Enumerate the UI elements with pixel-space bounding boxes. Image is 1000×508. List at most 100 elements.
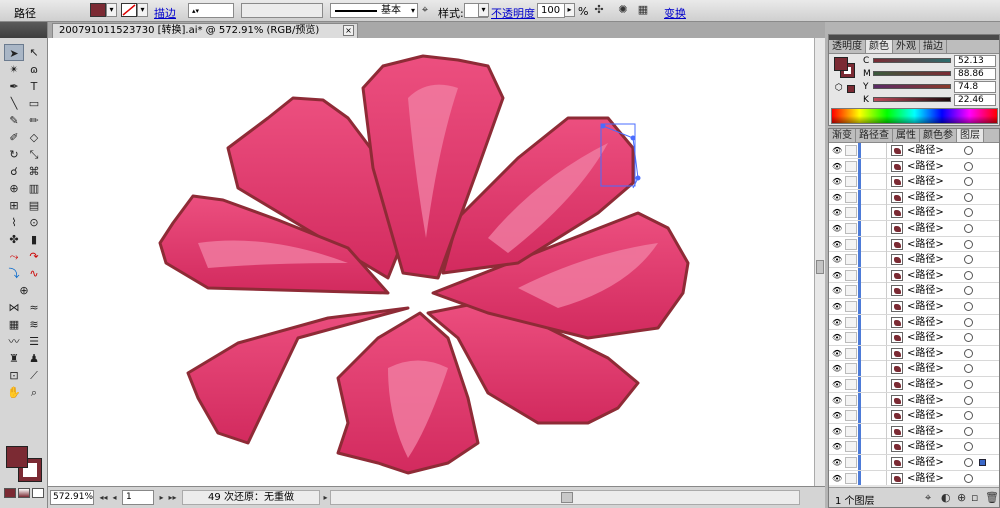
live-paint-select-tool-icon[interactable]: ♟	[24, 350, 44, 367]
color-mode-icon[interactable]	[4, 488, 16, 498]
layer-row[interactable]: 👁 <路径>	[829, 299, 999, 315]
selection-indicator[interactable]	[979, 459, 986, 466]
blend-tool-icon[interactable]: ⊙	[24, 214, 44, 231]
layer-row[interactable]: 👁 <路径>	[829, 423, 999, 440]
wave-tool-icon[interactable]: ≈	[24, 299, 44, 316]
column-graph-tool-icon[interactable]: ▮	[24, 231, 44, 248]
target-icon[interactable]	[964, 317, 973, 327]
eye-icon[interactable]: 👁	[832, 318, 842, 327]
variable-width-field[interactable]	[241, 3, 323, 18]
layer-row[interactable]: 👁 <路径>	[829, 189, 999, 206]
next-page-icon[interactable]: ▸	[156, 490, 167, 505]
layer-name[interactable]: <路径>	[907, 143, 944, 158]
layer-name[interactable]: <路径>	[907, 205, 944, 220]
eye-icon[interactable]: 👁	[832, 458, 842, 467]
yellow-slider[interactable]	[873, 84, 951, 89]
target-icon[interactable]	[964, 458, 973, 467]
layer-name[interactable]: <路径>	[907, 424, 944, 439]
flower-artwork[interactable]	[48, 38, 814, 486]
layer-name[interactable]: <路径>	[907, 393, 944, 408]
target-icon[interactable]	[964, 364, 973, 374]
document-tab[interactable]: 200791011523730 [转换].ai* @ 572.91% (RGB/…	[52, 23, 358, 38]
last-page-icon[interactable]: ▸▸	[167, 490, 178, 505]
eye-icon[interactable]: 👁	[832, 333, 842, 342]
eye-icon[interactable]: 👁	[832, 146, 842, 155]
layer-row[interactable]: 👁 <路径>	[829, 314, 999, 331]
layer-row[interactable]: 👁 <路径>	[829, 143, 999, 159]
target-icon[interactable]	[964, 426, 973, 436]
envelope-tool-icon[interactable]: ⋈	[4, 299, 24, 316]
eye-icon[interactable]: 👁	[832, 442, 842, 451]
graphic-style-dropdown[interactable]: ▾	[478, 3, 489, 17]
chart-tool-icon[interactable]: ▦	[4, 316, 24, 333]
type-tool-icon[interactable]: T	[24, 78, 44, 95]
target-icon[interactable]	[964, 192, 973, 202]
eye-icon[interactable]: 👁	[832, 162, 842, 171]
locate-object-icon[interactable]: ⌖	[925, 491, 931, 505]
lock-toggle[interactable]	[845, 332, 857, 344]
tab-layers[interactable]: 图层	[957, 129, 984, 142]
target-icon[interactable]	[964, 348, 973, 358]
layer-name[interactable]: <路径>	[907, 283, 944, 298]
symbol-sprayer-tool-icon[interactable]: ✤	[4, 231, 24, 248]
cube-icon[interactable]: ⬡	[835, 83, 843, 93]
wrinkle-tool-icon[interactable]: 〰	[4, 333, 24, 350]
cyan-value[interactable]: 52.13	[954, 55, 996, 67]
layer-row[interactable]: 👁 <路径>	[829, 283, 999, 299]
eye-icon[interactable]: 👁	[832, 208, 842, 217]
page-field[interactable]: 1	[122, 490, 154, 505]
gradient-mode-icon[interactable]	[18, 488, 30, 498]
tab-pathfinder[interactable]: 路径查	[856, 129, 893, 142]
trash-icon[interactable]: 🗑	[985, 491, 999, 504]
eraser-tool-icon[interactable]: ◇	[24, 129, 44, 146]
vertical-scrollbar[interactable]	[814, 38, 825, 486]
gear-icon[interactable]: ✺	[616, 3, 630, 17]
eyedropper-tool-icon[interactable]: ⌇	[4, 214, 24, 231]
target-icon[interactable]	[964, 442, 973, 452]
target-icon[interactable]	[964, 255, 973, 265]
layer-name[interactable]: <路径>	[907, 190, 944, 205]
lock-toggle[interactable]	[845, 301, 857, 312]
direct-selection-tool-icon[interactable]: ↖	[24, 44, 44, 61]
rotate-tool-icon[interactable]: ↻	[4, 146, 24, 163]
free-transform-tool-icon[interactable]: ⌘	[24, 163, 44, 180]
lock-toggle[interactable]	[845, 285, 857, 297]
lock-toggle[interactable]	[845, 223, 857, 234]
width-tool-icon[interactable]: ⤵	[4, 265, 24, 282]
layer-row[interactable]: 👁 <路径>	[829, 392, 999, 409]
layer-row[interactable]: 👁 <路径>	[829, 408, 999, 424]
eye-icon[interactable]: 👁	[832, 240, 842, 249]
yellow-value[interactable]: 74.8	[954, 81, 996, 93]
mesh-tool-icon[interactable]: ⊞	[4, 197, 24, 214]
lock-toggle[interactable]	[845, 191, 857, 203]
panel-grip[interactable]	[0, 22, 47, 38]
slice-tool-icon[interactable]: ↷	[24, 248, 44, 265]
layer-name[interactable]: <路径>	[907, 361, 944, 376]
fill-dropdown[interactable]: ▾	[106, 3, 117, 17]
transform-link[interactable]: 变换	[664, 5, 686, 21]
blob-brush-tool-icon[interactable]: ✐	[4, 129, 24, 146]
tab-stroke[interactable]: 描边	[920, 40, 947, 53]
scale-tool-icon[interactable]: ⤡	[24, 146, 44, 163]
magic-wand-tool-icon[interactable]: ✴	[4, 61, 24, 78]
lock-toggle[interactable]	[845, 207, 857, 219]
tab-attributes[interactable]: 属性	[893, 129, 920, 142]
paintbrush-tool-icon[interactable]: ✎	[4, 112, 24, 129]
align-options-icon[interactable]: ▦	[636, 3, 650, 17]
layer-name[interactable]: <路径>	[907, 455, 944, 470]
target-icon[interactable]	[964, 411, 973, 421]
selection-tool-icon[interactable]: ➤	[4, 44, 24, 61]
eye-icon[interactable]: 👁	[832, 224, 842, 233]
lasso-tool-icon[interactable]: ɷ	[24, 61, 44, 78]
lock-toggle[interactable]	[845, 379, 857, 390]
pencil-tool-icon[interactable]: ✏	[24, 112, 44, 129]
tab-transparency[interactable]: 透明度	[829, 40, 866, 53]
recolor-icon[interactable]: ✣	[592, 3, 606, 17]
pen-tool-icon[interactable]: ✒	[4, 78, 24, 95]
layer-row[interactable]: 👁 <路径>	[829, 267, 999, 284]
eye-icon[interactable]: 👁	[832, 255, 842, 264]
layer-row[interactable]: 👁 <路径>	[829, 221, 999, 237]
reshape-tool-icon[interactable]: ∿	[24, 265, 44, 282]
magenta-value[interactable]: 88.86	[954, 68, 996, 80]
layer-name[interactable]: <路径>	[907, 221, 944, 236]
